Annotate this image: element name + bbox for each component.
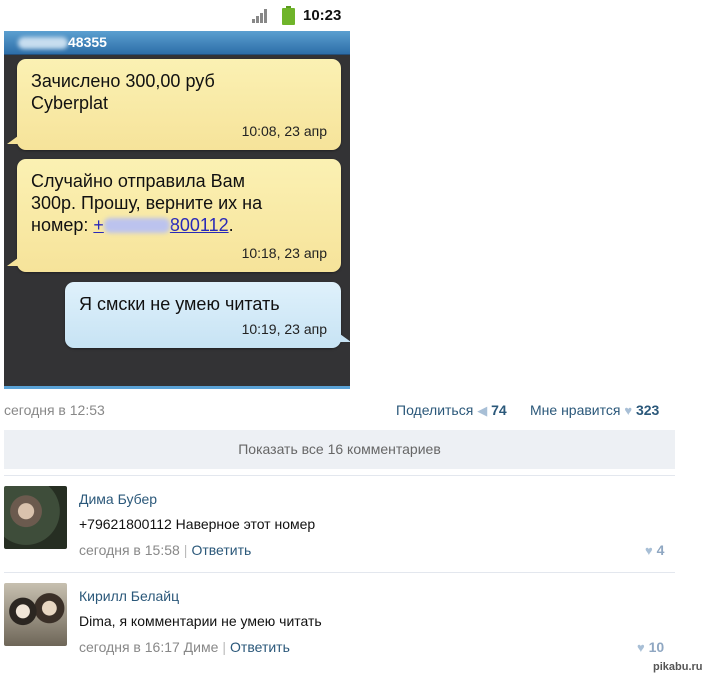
avatar[interactable] [4,583,67,646]
message-line: Зачислено 300,00 руб [31,71,215,91]
meta-separator: | [183,542,188,558]
divider [4,475,675,476]
message-punct: . [228,215,234,235]
divider [4,572,675,573]
post-date[interactable]: сегодня в 12:53 [4,402,105,418]
link-end: 800112 [169,215,229,235]
like-label: Мне нравится [530,402,621,418]
comment-text: +79621800112 Наверное этот номер [79,516,316,532]
message-prefix: номер: [31,215,94,235]
comment-like-count: 4 [656,542,665,558]
share-label: Поделиться [396,402,474,418]
bubble-tail [340,334,350,342]
comment-author[interactable]: Дима Бубер [79,491,157,507]
message-line: 300р. Прошу, верните их на [31,193,263,213]
like-button[interactable]: Мне нравится ♥ 323 [530,402,659,418]
comment-text: Dima, я комментарии не умею читать [79,613,322,629]
contact-number: 48355 [68,34,107,50]
contact-bar: 48355 [4,31,350,55]
heart-icon: ♥ [624,403,633,418]
signal-icon [252,9,267,23]
blurred-number [18,37,68,49]
avatar[interactable] [4,486,67,549]
bubble-tail [7,258,18,266]
message-bubble: Случайно отправила Вам 300р. Прошу, верн… [7,159,341,272]
comment-author[interactable]: Кирилл Белайц [79,588,179,604]
comment-like-count: 10 [648,639,665,655]
heart-icon: ♥ [637,640,645,655]
blurred-digits [103,218,170,233]
message-time: 10:18, 23 апр [241,245,327,261]
message-line: номер: +800112. [31,214,327,236]
comment-date[interactable]: сегодня в 16:17 Диме [79,639,218,655]
phone-link[interactable]: +800112 [93,215,228,235]
comment-like-button[interactable]: ♥ 10 [637,639,664,655]
show-all-comments-button[interactable]: Показать все 16 комментариев [4,430,675,469]
page: 10:23 48355 Зачислено 300,00 руб Cyberpl… [0,0,706,679]
megaphone-icon: ◀ [477,403,488,418]
comment-like-button[interactable]: ♥ 4 [645,542,664,558]
message-line: Я смски не умею читать [79,294,280,314]
link-start: + [93,215,104,235]
share-count: 74 [491,402,507,418]
status-bar: 10:23 [4,0,350,31]
share-button[interactable]: Поделиться ◀ 74 [396,402,507,419]
heart-icon: ♥ [645,543,653,558]
reply-button[interactable]: Ответить [191,542,251,558]
comment-date[interactable]: сегодня в 15:58 [79,542,180,558]
message-bubble-outgoing: Я смски не умею читать 10:19, 23 апр [65,282,350,348]
bubble-tail [7,136,18,144]
comment-meta: сегодня в 15:58 | Ответить [79,542,251,558]
message-bubble: Зачислено 300,00 руб Cyberplat 10:08, 23… [7,59,341,150]
message-line: Случайно отправила Вам [31,171,246,191]
phone-bottom-bar [4,386,350,389]
meta-separator: | [222,639,227,655]
message-time: 10:08, 23 апр [241,123,327,139]
comment-meta: сегодня в 16:17 Диме | Ответить [79,639,290,655]
reply-button[interactable]: Ответить [230,639,290,655]
clock: 10:23 [303,7,342,24]
watermark: pikabu.ru [653,661,703,673]
like-count: 323 [635,402,660,418]
message-time: 10:19, 23 апр [241,321,327,337]
message-line: Cyberplat [31,93,109,113]
battery-icon [282,6,295,25]
sms-screenshot: 10:23 48355 Зачислено 300,00 руб Cyberpl… [4,0,350,389]
